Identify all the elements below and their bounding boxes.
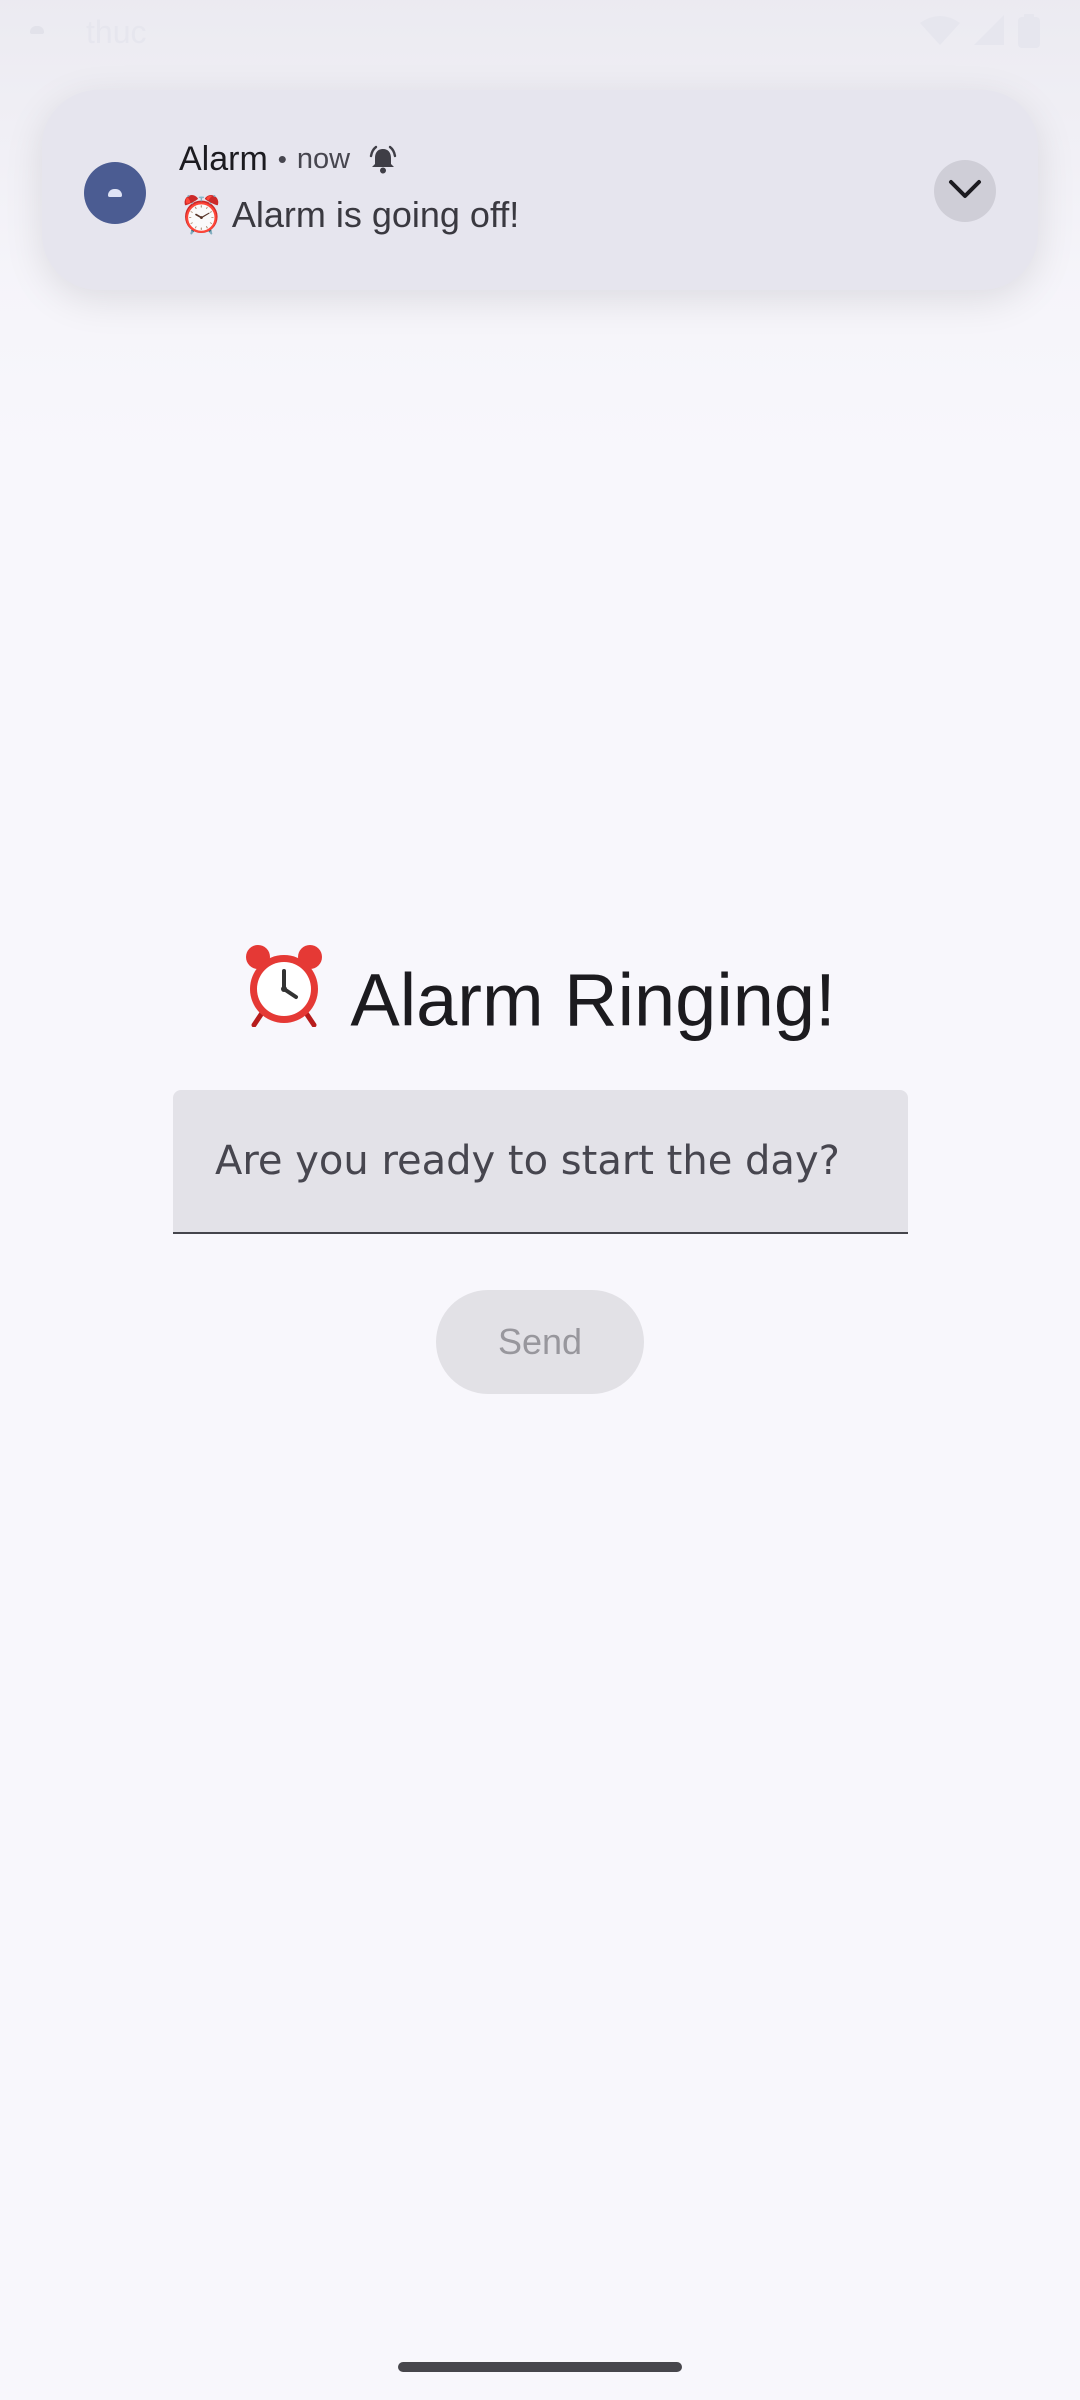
send-button[interactable]: Send bbox=[436, 1290, 644, 1394]
alarm-bell-icon bbox=[368, 145, 398, 175]
response-field[interactable] bbox=[173, 1090, 908, 1234]
expand-button[interactable] bbox=[934, 160, 996, 222]
signal-icon bbox=[974, 15, 1004, 52]
title-text: Alarm Ringing! bbox=[350, 958, 836, 1042]
android-icon bbox=[108, 189, 122, 197]
gesture-navigation-bar[interactable] bbox=[398, 2362, 682, 2372]
android-icon bbox=[30, 26, 44, 34]
battery-icon bbox=[1018, 14, 1040, 53]
notification-app-name: Alarm bbox=[179, 140, 268, 178]
status-time: thuc bbox=[86, 14, 147, 50]
status-icons bbox=[920, 14, 1040, 53]
wifi-icon bbox=[920, 15, 960, 52]
alarm-screen: thuc Alarm • now ⏰ Alarm is going off! A… bbox=[0, 0, 1080, 2400]
notification-text: ⏰ Alarm is going off! bbox=[179, 194, 520, 235]
status-bar: thuc bbox=[0, 0, 1080, 64]
chevron-down-icon bbox=[947, 178, 983, 205]
notification-separator: • bbox=[277, 144, 287, 174]
response-input[interactable] bbox=[215, 1090, 875, 1232]
app-icon bbox=[84, 162, 146, 224]
alarm-clock-icon bbox=[244, 943, 324, 1047]
notification-header: Alarm • now bbox=[179, 140, 398, 179]
page-title: Alarm Ringing! bbox=[0, 945, 1080, 1047]
notification-time: now bbox=[296, 143, 351, 175]
alarm-notification[interactable]: Alarm • now ⏰ Alarm is going off! bbox=[42, 90, 1038, 290]
